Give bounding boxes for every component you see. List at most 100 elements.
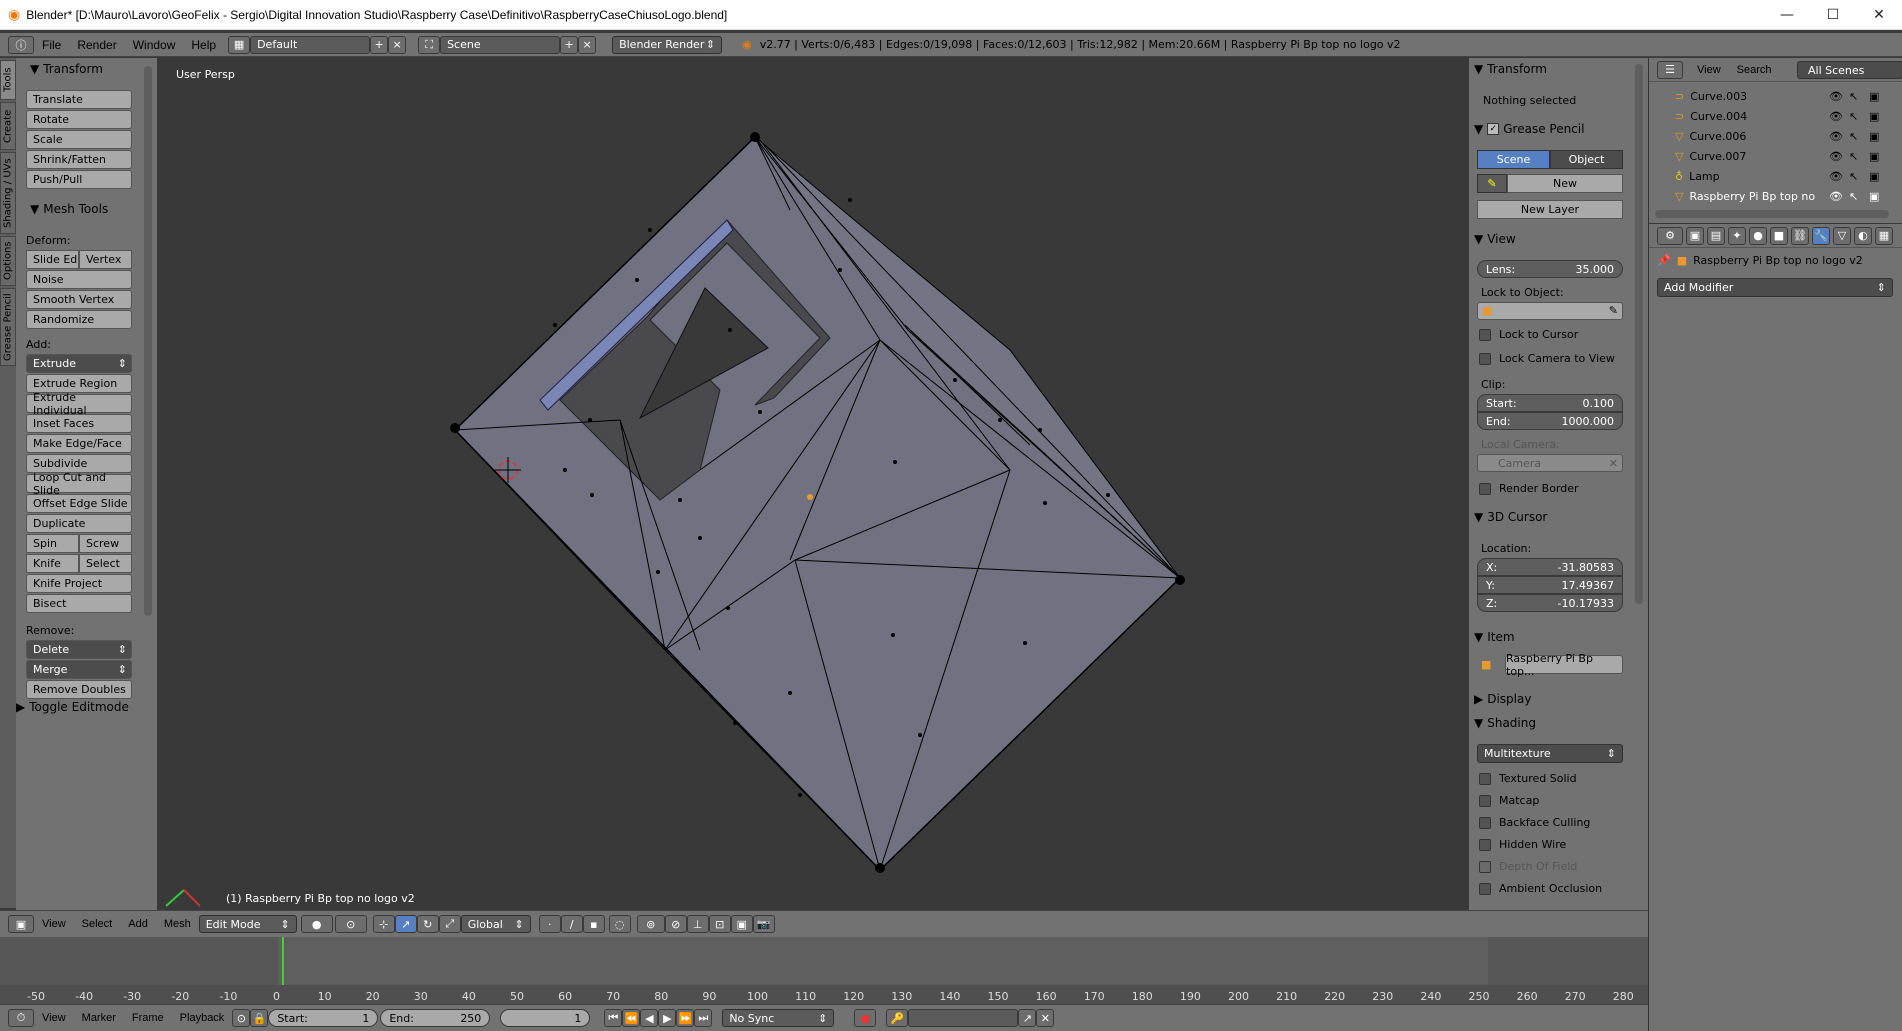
translate-button[interactable]: Translate xyxy=(26,90,132,109)
lock-to-cursor-checkbox[interactable]: Lock to Cursor xyxy=(1479,328,1578,341)
properties-scrollbar[interactable] xyxy=(1635,64,1643,604)
clip-end-field[interactable]: End: 1000.000 xyxy=(1477,412,1623,430)
cursor-select-icon[interactable]: ↖ xyxy=(1849,190,1858,203)
camera-render-icon[interactable]: 📷 xyxy=(752,915,775,933)
tool-shelf-scrollbar[interactable] xyxy=(144,66,152,616)
play-reverse-icon[interactable]: ◀ xyxy=(640,1009,659,1027)
face-select-icon[interactable]: ▪ xyxy=(582,915,605,933)
timeline-view-menu[interactable]: View xyxy=(34,1012,74,1024)
lock-object-field[interactable]: ■ ✎ xyxy=(1477,302,1623,320)
mesh-tools-panel-header[interactable]: ▼ Mesh Tools xyxy=(30,202,108,216)
offset-edge-slide-button[interactable]: Offset Edge Slide xyxy=(26,494,132,513)
pin-icon[interactable]: 📌 xyxy=(1657,254,1671,267)
vertex-select-icon[interactable]: · xyxy=(538,915,561,933)
render-tab-icon[interactable]: ▣ xyxy=(1686,226,1704,245)
knife-button[interactable]: Knife xyxy=(26,554,79,573)
orientation-select[interactable]: Global ⇕ xyxy=(460,915,531,933)
delete-keyframe-icon[interactable]: ✕ xyxy=(1036,1009,1055,1027)
cursor-select-icon[interactable]: ↖ xyxy=(1849,90,1858,103)
ambient-occlusion-checkbox[interactable]: Ambient Occlusion xyxy=(1479,882,1602,895)
close-button[interactable]: ✕ xyxy=(1856,0,1902,30)
modifiers-tab-icon[interactable]: 🔧 xyxy=(1812,226,1830,245)
pencil-icon[interactable]: ✎ xyxy=(1477,174,1507,193)
minimize-button[interactable]: — xyxy=(1764,0,1810,30)
remove-scene-icon[interactable]: × xyxy=(578,35,597,54)
outliner-item[interactable]: ⊃ Curve.003 👁 ↖ ▣ xyxy=(1649,86,1902,106)
outliner-item[interactable]: ▽ Curve.006 👁 ↖ ▣ xyxy=(1649,126,1902,146)
render-icon[interactable]: ▣ xyxy=(1869,170,1879,183)
select-menu[interactable]: Select xyxy=(74,918,121,930)
mesh-menu[interactable]: Mesh xyxy=(156,918,199,930)
scene-tab-icon[interactable]: ✦ xyxy=(1728,226,1746,245)
timeline[interactable]: -50 -40 -30 -20 -10 0 10 20 30 40 50 60 70 80 90 100 110… xyxy=(0,937,1648,1004)
textured-solid-checkbox[interactable]: Textured Solid xyxy=(1479,772,1577,785)
maximize-button[interactable]: ☐ xyxy=(1810,0,1856,30)
rotate-manipulator-icon[interactable]: ↻ xyxy=(416,915,439,933)
add-layout-icon[interactable]: + xyxy=(370,35,389,54)
spin-button[interactable]: Spin xyxy=(26,534,79,553)
outliner-display-select[interactable]: All Scenes xyxy=(1797,61,1902,79)
3d-viewport[interactable]: User Persp (1) Raspberry Pi Bp top no lo… xyxy=(158,58,1468,910)
prev-keyframe-icon[interactable]: ⏪ xyxy=(622,1009,641,1027)
mode-select[interactable]: Edit Mode ⇕ xyxy=(198,915,297,933)
lens-field[interactable]: Lens: 35.000 xyxy=(1477,260,1623,278)
eye-icon[interactable]: 👁 xyxy=(1829,110,1843,123)
end-frame-field[interactable]: End: 250 xyxy=(380,1009,491,1027)
make-edge-face-button[interactable]: Make Edge/Face xyxy=(26,434,132,453)
sync-select[interactable]: No Sync ⇕ xyxy=(722,1009,835,1027)
new-layer-button[interactable]: New Layer xyxy=(1477,200,1623,219)
matcap-checkbox[interactable]: Matcap xyxy=(1479,794,1539,807)
outliner-item[interactable]: ▽ Raspberry Pi Bp top no 👁 ↖ ▣ xyxy=(1649,186,1902,206)
texture-tab-icon[interactable]: ▦ xyxy=(1875,226,1893,245)
object-tab-icon[interactable]: ■ xyxy=(1770,226,1788,245)
frame-menu[interactable]: Frame xyxy=(124,1012,172,1024)
vertex-slide-button[interactable]: Vertex xyxy=(79,250,132,269)
remove-layout-icon[interactable]: × xyxy=(388,35,407,54)
eye-icon[interactable]: 👁 xyxy=(1829,150,1843,163)
gp-scene-button[interactable]: Scene xyxy=(1477,150,1550,169)
grease-pencil-section-header[interactable]: ▼ ✓ Grease Pencil xyxy=(1474,122,1584,136)
extrude-individual-button[interactable]: Extrude Individual xyxy=(26,391,132,417)
start-frame-field[interactable]: Start: 1 xyxy=(268,1009,379,1027)
view-section-header[interactable]: ▼ View xyxy=(1474,232,1516,246)
render-engine-select[interactable]: Blender Render ⇕ xyxy=(612,35,723,54)
marker-menu[interactable]: Marker xyxy=(74,1012,124,1024)
knife-select-button[interactable]: Select xyxy=(79,554,132,573)
eye-icon[interactable]: 👁 xyxy=(1829,90,1843,103)
extrude-select[interactable]: Extrude ⇕ xyxy=(26,354,132,373)
editor-type-icon[interactable]: ⓘ xyxy=(8,35,34,54)
hidden-wire-checkbox[interactable]: Hidden Wire xyxy=(1479,838,1566,851)
render-icon[interactable]: ▣ xyxy=(1869,90,1879,103)
preview-range-icon[interactable]: ⊙ xyxy=(232,1009,251,1027)
depth-of-field-checkbox[interactable]: Depth Of Field xyxy=(1479,860,1577,873)
limit-selection-icon[interactable]: ◌ xyxy=(608,915,631,933)
keying-set-field[interactable] xyxy=(908,1009,1019,1027)
smooth-vertex-button[interactable]: Smooth Vertex xyxy=(26,290,132,309)
cursor-x-field[interactable]: X: -31.80583 xyxy=(1477,558,1623,576)
push-pull-button[interactable]: Push/Pull xyxy=(26,170,132,189)
gp-new-button[interactable]: New xyxy=(1507,174,1623,193)
merge-select[interactable]: Merge ⇕ xyxy=(26,660,132,679)
eye-icon[interactable]: 👁 xyxy=(1829,190,1843,203)
outliner-item[interactable]: ♁ Lamp 👁 ↖ ▣ xyxy=(1649,166,1902,186)
next-keyframe-icon[interactable]: ⏩ xyxy=(676,1009,695,1027)
current-frame-marker[interactable] xyxy=(282,937,284,989)
local-camera-field[interactable]: Camera ✕ xyxy=(1477,454,1623,472)
add-scene-icon[interactable]: + xyxy=(560,35,579,54)
render-icon[interactable]: ▣ xyxy=(1869,190,1879,203)
snap-icon[interactable]: ⊘ xyxy=(664,915,687,933)
outliner-view-menu[interactable]: View xyxy=(1689,64,1729,76)
screw-button[interactable]: Screw xyxy=(79,534,132,553)
viewport-shading-icon[interactable]: ● xyxy=(300,915,333,933)
scene-field[interactable]: Scene xyxy=(440,35,561,54)
lock-range-icon[interactable]: 🔒 xyxy=(250,1009,269,1027)
cursor-select-icon[interactable]: ↖ xyxy=(1849,110,1858,123)
render-preview-icon[interactable]: ▣ xyxy=(730,915,753,933)
shading-mode-select[interactable]: Multitexture ⇕ xyxy=(1477,744,1623,763)
toggle-editmode-panel[interactable]: ▶ Toggle Editmode xyxy=(16,700,129,714)
add-modifier-select[interactable]: Add Modifier ⇕ xyxy=(1657,278,1893,297)
jump-start-icon[interactable]: ⏮ xyxy=(604,1009,623,1027)
menu-file[interactable]: File xyxy=(34,38,69,52)
snap-element-icon[interactable]: ⊥ xyxy=(686,915,709,933)
shrink-fatten-button[interactable]: Shrink/Fatten xyxy=(26,150,132,169)
